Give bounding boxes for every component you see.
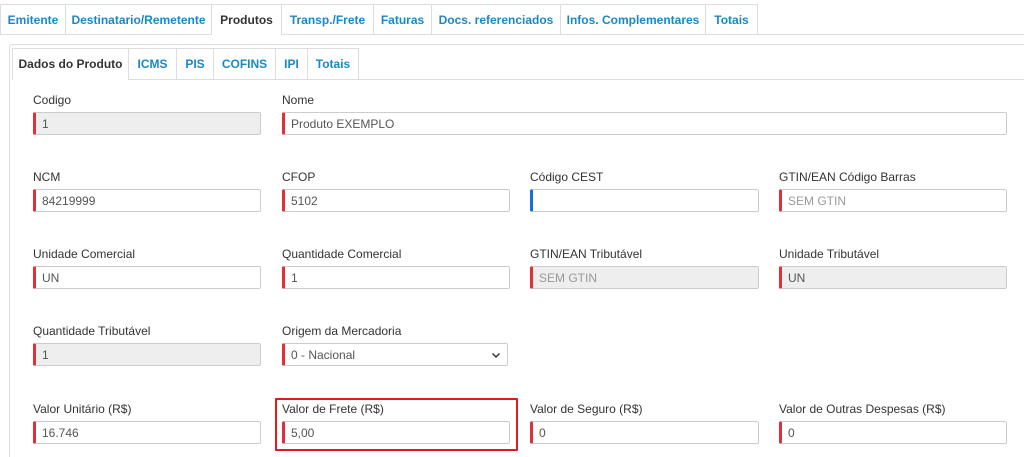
gtin-tributavel-field[interactable]: SEM GTIN — [530, 266, 759, 289]
quantidade-tributavel-label: Quantidade Tributável — [33, 324, 151, 338]
codigo-label: Codigo — [33, 93, 72, 107]
nome-value: Produto EXEMPLO — [291, 116, 395, 131]
chevron-down-icon — [491, 352, 501, 358]
tab-cofins[interactable]: COFINS — [214, 48, 276, 79]
gtin-barras-placeholder: SEM GTIN — [788, 193, 847, 208]
ncm-label: NCM — [33, 170, 61, 184]
quantidade-comercial-field[interactable]: 1 — [282, 266, 510, 289]
origem-value: 0 - Nacional — [291, 347, 356, 362]
gtin-tributavel-placeholder: SEM GTIN — [539, 270, 598, 285]
quantidade-tributavel-value: 1 — [42, 347, 49, 362]
ncm-value: 84219999 — [42, 193, 96, 208]
cest-field[interactable] — [530, 189, 759, 212]
tab-infos-complementares[interactable]: Infos. Complementares — [561, 4, 706, 34]
tab-transp-frete[interactable]: Transp./Frete — [282, 4, 374, 34]
tab-pis[interactable]: PIS — [177, 48, 214, 79]
valor-unitario-field[interactable]: 16.746 — [33, 421, 261, 444]
tab-dados-do-produto[interactable]: Dados do Produto — [12, 48, 129, 80]
cfop-value: 5102 — [291, 193, 318, 208]
tab-inner-totais[interactable]: Totais — [308, 48, 359, 79]
quantidade-comercial-value: 1 — [291, 270, 298, 285]
nome-label: Nome — [282, 93, 315, 107]
valor-seguro-field[interactable]: 0 — [530, 421, 759, 444]
quantidade-comercial-label: Quantidade Comercial — [282, 247, 402, 261]
valor-seguro-label: Valor de Seguro (R$) — [530, 402, 643, 416]
tab-ipi[interactable]: IPI — [276, 48, 308, 79]
tab-produtos[interactable]: Produtos — [212, 4, 282, 35]
inner-tab-bar: Dados do Produto ICMS PIS COFINS IPI Tot… — [12, 48, 1024, 80]
valor-unitario-label: Valor Unitário (R$) — [33, 402, 132, 416]
unidade-comercial-label: Unidade Comercial — [33, 247, 136, 261]
quantidade-tributavel-field[interactable]: 1 — [33, 343, 261, 366]
valor-unitario-value: 16.746 — [42, 425, 79, 440]
highlight-box — [275, 398, 518, 451]
valor-seguro-value: 0 — [539, 425, 546, 440]
unidade-comercial-value: UN — [42, 270, 60, 285]
gtin-tributavel-label: GTIN/EAN Tributável — [530, 247, 643, 261]
unidade-comercial-field[interactable]: UN — [33, 266, 261, 289]
tab-docs-referenciados[interactable]: Docs. referenciados — [432, 4, 561, 34]
origem-label: Origem da Mercadoria — [282, 324, 402, 338]
ncm-field[interactable]: 84219999 — [33, 189, 261, 212]
cfop-field[interactable]: 5102 — [282, 189, 510, 212]
valor-outras-field[interactable]: 0 — [779, 421, 1007, 444]
gtin-barras-field[interactable]: SEM GTIN — [779, 189, 1007, 212]
tab-emitente[interactable]: Emitente — [0, 4, 66, 34]
codigo-value: 1 — [42, 116, 49, 131]
tab-faturas[interactable]: Faturas — [374, 4, 432, 34]
valor-outras-value: 0 — [788, 425, 795, 440]
gtin-barras-label: GTIN/EAN Código Barras — [779, 170, 916, 184]
unidade-tributavel-label: Unidade Tributável — [779, 247, 880, 261]
unidade-tributavel-value: UN — [788, 270, 806, 285]
tab-totais[interactable]: Totais — [706, 4, 758, 34]
valor-outras-label: Valor de Outras Despesas (R$) — [779, 402, 946, 416]
codigo-field[interactable]: 1 — [33, 112, 261, 135]
cest-label: Código CEST — [530, 170, 604, 184]
cfop-label: CFOP — [282, 170, 316, 184]
outer-tab-bar: Emitente Destinatario/Remetente Produtos… — [0, 4, 1024, 35]
tab-icms[interactable]: ICMS — [129, 48, 177, 79]
nome-field[interactable]: Produto EXEMPLO — [282, 112, 1007, 135]
tab-destinatario-remetente[interactable]: Destinatario/Remetente — [66, 4, 212, 34]
unidade-tributavel-field[interactable]: UN — [779, 266, 1007, 289]
origem-select[interactable]: 0 - Nacional — [282, 343, 508, 366]
